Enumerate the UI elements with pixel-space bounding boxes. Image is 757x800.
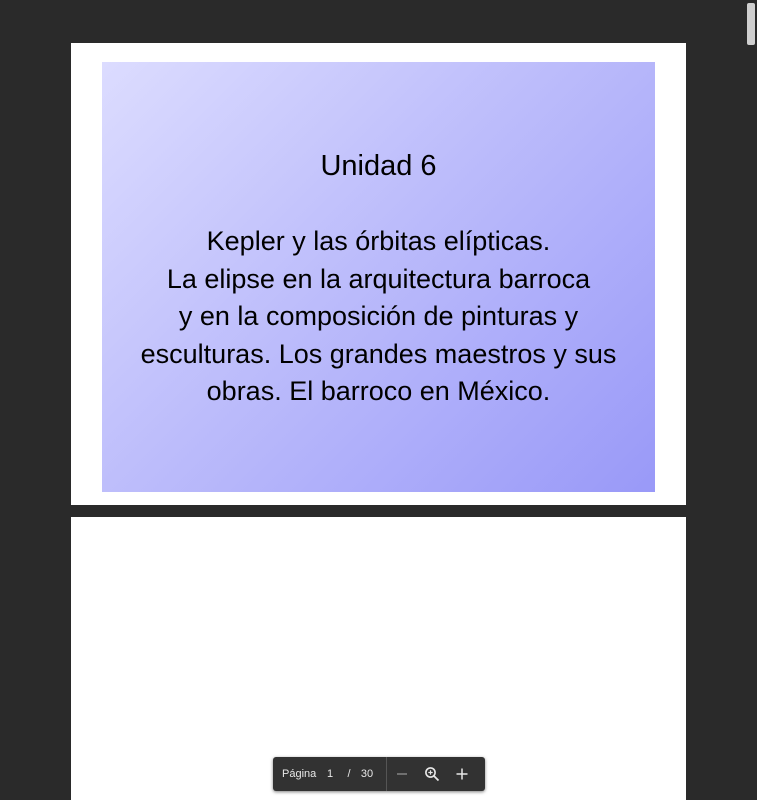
page-separator: / xyxy=(347,768,351,780)
slide-title: Unidad 6 xyxy=(320,150,437,182)
zoom-button[interactable] xyxy=(417,757,447,791)
plus-icon xyxy=(456,768,468,780)
slide: Unidad 6 Kepler y las órbitas elípticas.… xyxy=(102,62,655,492)
slide-body-line: obras. El barroco en México. xyxy=(206,376,551,406)
slide-body-line: Kepler y las órbitas elípticas. xyxy=(206,226,551,256)
total-pages: 30 xyxy=(360,768,374,780)
slide-body: Kepler y las órbitas elípticas. La elips… xyxy=(102,223,655,411)
page-number-input[interactable] xyxy=(320,764,340,784)
pdf-toolbar: Página / 30 xyxy=(273,757,485,791)
pdf-page-1: Unidad 6 Kepler y las órbitas elípticas.… xyxy=(71,43,686,505)
minus-icon xyxy=(397,773,407,775)
vertical-scrollbar[interactable] xyxy=(743,0,757,800)
magnifier-icon xyxy=(425,767,440,782)
slide-body-line: La elipse en la arquitectura barroca xyxy=(166,263,591,294)
page-label: Página xyxy=(282,768,317,780)
slide-body-line: y en la composición de pinturas y xyxy=(178,301,579,331)
slide-body-line: esculturas. Los grandes maestros y sus xyxy=(140,338,617,369)
scrollbar-thumb[interactable] xyxy=(747,3,755,45)
zoom-in-button[interactable] xyxy=(447,757,477,791)
zoom-out-button[interactable] xyxy=(387,757,417,791)
